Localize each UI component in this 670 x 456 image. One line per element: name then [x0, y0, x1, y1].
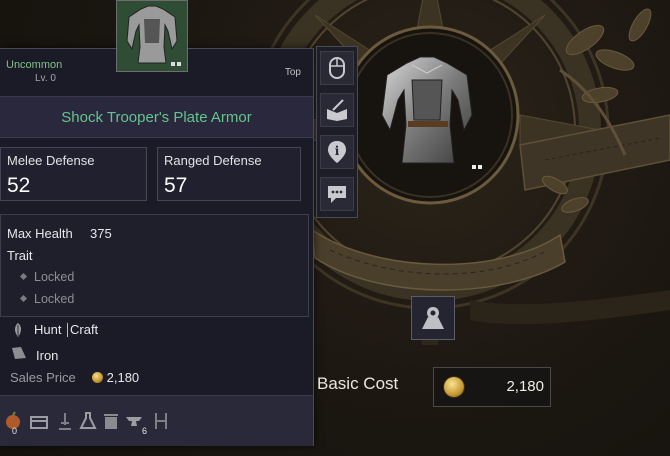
ranged-defense-box: Ranged Defense 57	[157, 147, 301, 201]
ranged-defense-value: 57	[164, 174, 188, 197]
ingot-icon	[12, 347, 26, 359]
coin-icon	[444, 377, 464, 397]
sales-price: 2,180	[92, 370, 139, 385]
melee-defense-value: 52	[7, 174, 31, 197]
armor-preview-image	[381, 56, 473, 164]
anvil-icon	[126, 417, 142, 426]
mouse-icon	[329, 57, 345, 79]
max-health-value: 375	[90, 226, 112, 241]
sales-price-value: 2,180	[106, 370, 140, 385]
stats-section: Max Health 375 Trait Locked Locked	[0, 214, 309, 317]
item-tooltip: Uncommon Lv. 0 Top Shock Trooper's Plate…	[0, 48, 314, 446]
item-rarity: Uncommon	[6, 59, 63, 71]
dye-slots-indicator	[472, 165, 482, 169]
diamond-icon	[19, 295, 28, 303]
map-location-button[interactable]	[411, 296, 455, 340]
acquisition-hunt: Hunt	[34, 322, 62, 337]
trait-label: Trait	[7, 248, 33, 263]
feather-icon	[15, 323, 21, 337]
trait-slot-2: Locked	[19, 292, 74, 306]
anvil-count: 6	[142, 426, 148, 436]
acquisition-info: Hunt Craft Iron Sales Price 2,180	[0, 317, 313, 393]
max-health-label: Max Health	[7, 226, 73, 241]
dye-slots-indicator	[171, 62, 181, 66]
tab-controls[interactable]	[320, 51, 354, 85]
basic-cost-label: Basic Cost	[317, 374, 399, 393]
tab-info[interactable]: i	[320, 135, 354, 169]
food-count: 0	[12, 426, 18, 436]
item-thumbnail	[116, 0, 188, 72]
material-name: Iron	[36, 348, 59, 363]
trash-icon	[104, 414, 118, 429]
side-tab-bar: i	[316, 46, 358, 218]
svg-text:i: i	[335, 144, 340, 158]
item-name-bar: Shock Trooper's Plate Armor	[0, 96, 313, 138]
melee-defense-box: Melee Defense 52	[0, 147, 147, 201]
separator	[67, 323, 68, 337]
basic-cost-box: 2,180	[433, 367, 551, 407]
acquisition-craft: Craft	[70, 322, 99, 337]
chat-icon	[328, 186, 346, 203]
flask-icon	[79, 412, 97, 429]
coin-icon	[92, 372, 103, 384]
basic-cost-value: 2,180	[506, 378, 544, 395]
ranged-defense-label: Ranged Defense	[164, 153, 262, 168]
info-icon: i	[328, 141, 346, 163]
armor-thumbnail-image	[126, 5, 178, 64]
book-sword-icon	[327, 99, 347, 121]
item-name: Shock Trooper's Plate Armor	[61, 108, 252, 126]
item-level: Lv. 0	[35, 73, 56, 84]
sales-price-label: Sales Price	[10, 370, 76, 385]
item-actions-bar: 0 6	[0, 395, 313, 446]
map-pin-icon	[422, 307, 444, 329]
tab-chat[interactable]	[320, 177, 354, 211]
sword-in-ground-icon	[59, 413, 71, 430]
tab-encyclopedia[interactable]	[320, 93, 354, 127]
diamond-icon	[19, 273, 28, 281]
trait-slot-1: Locked	[19, 270, 74, 284]
tools-icon	[155, 413, 167, 429]
melee-defense-label: Melee Defense	[7, 153, 95, 168]
item-slot: Top	[284, 67, 301, 78]
chest-icon	[30, 416, 48, 429]
